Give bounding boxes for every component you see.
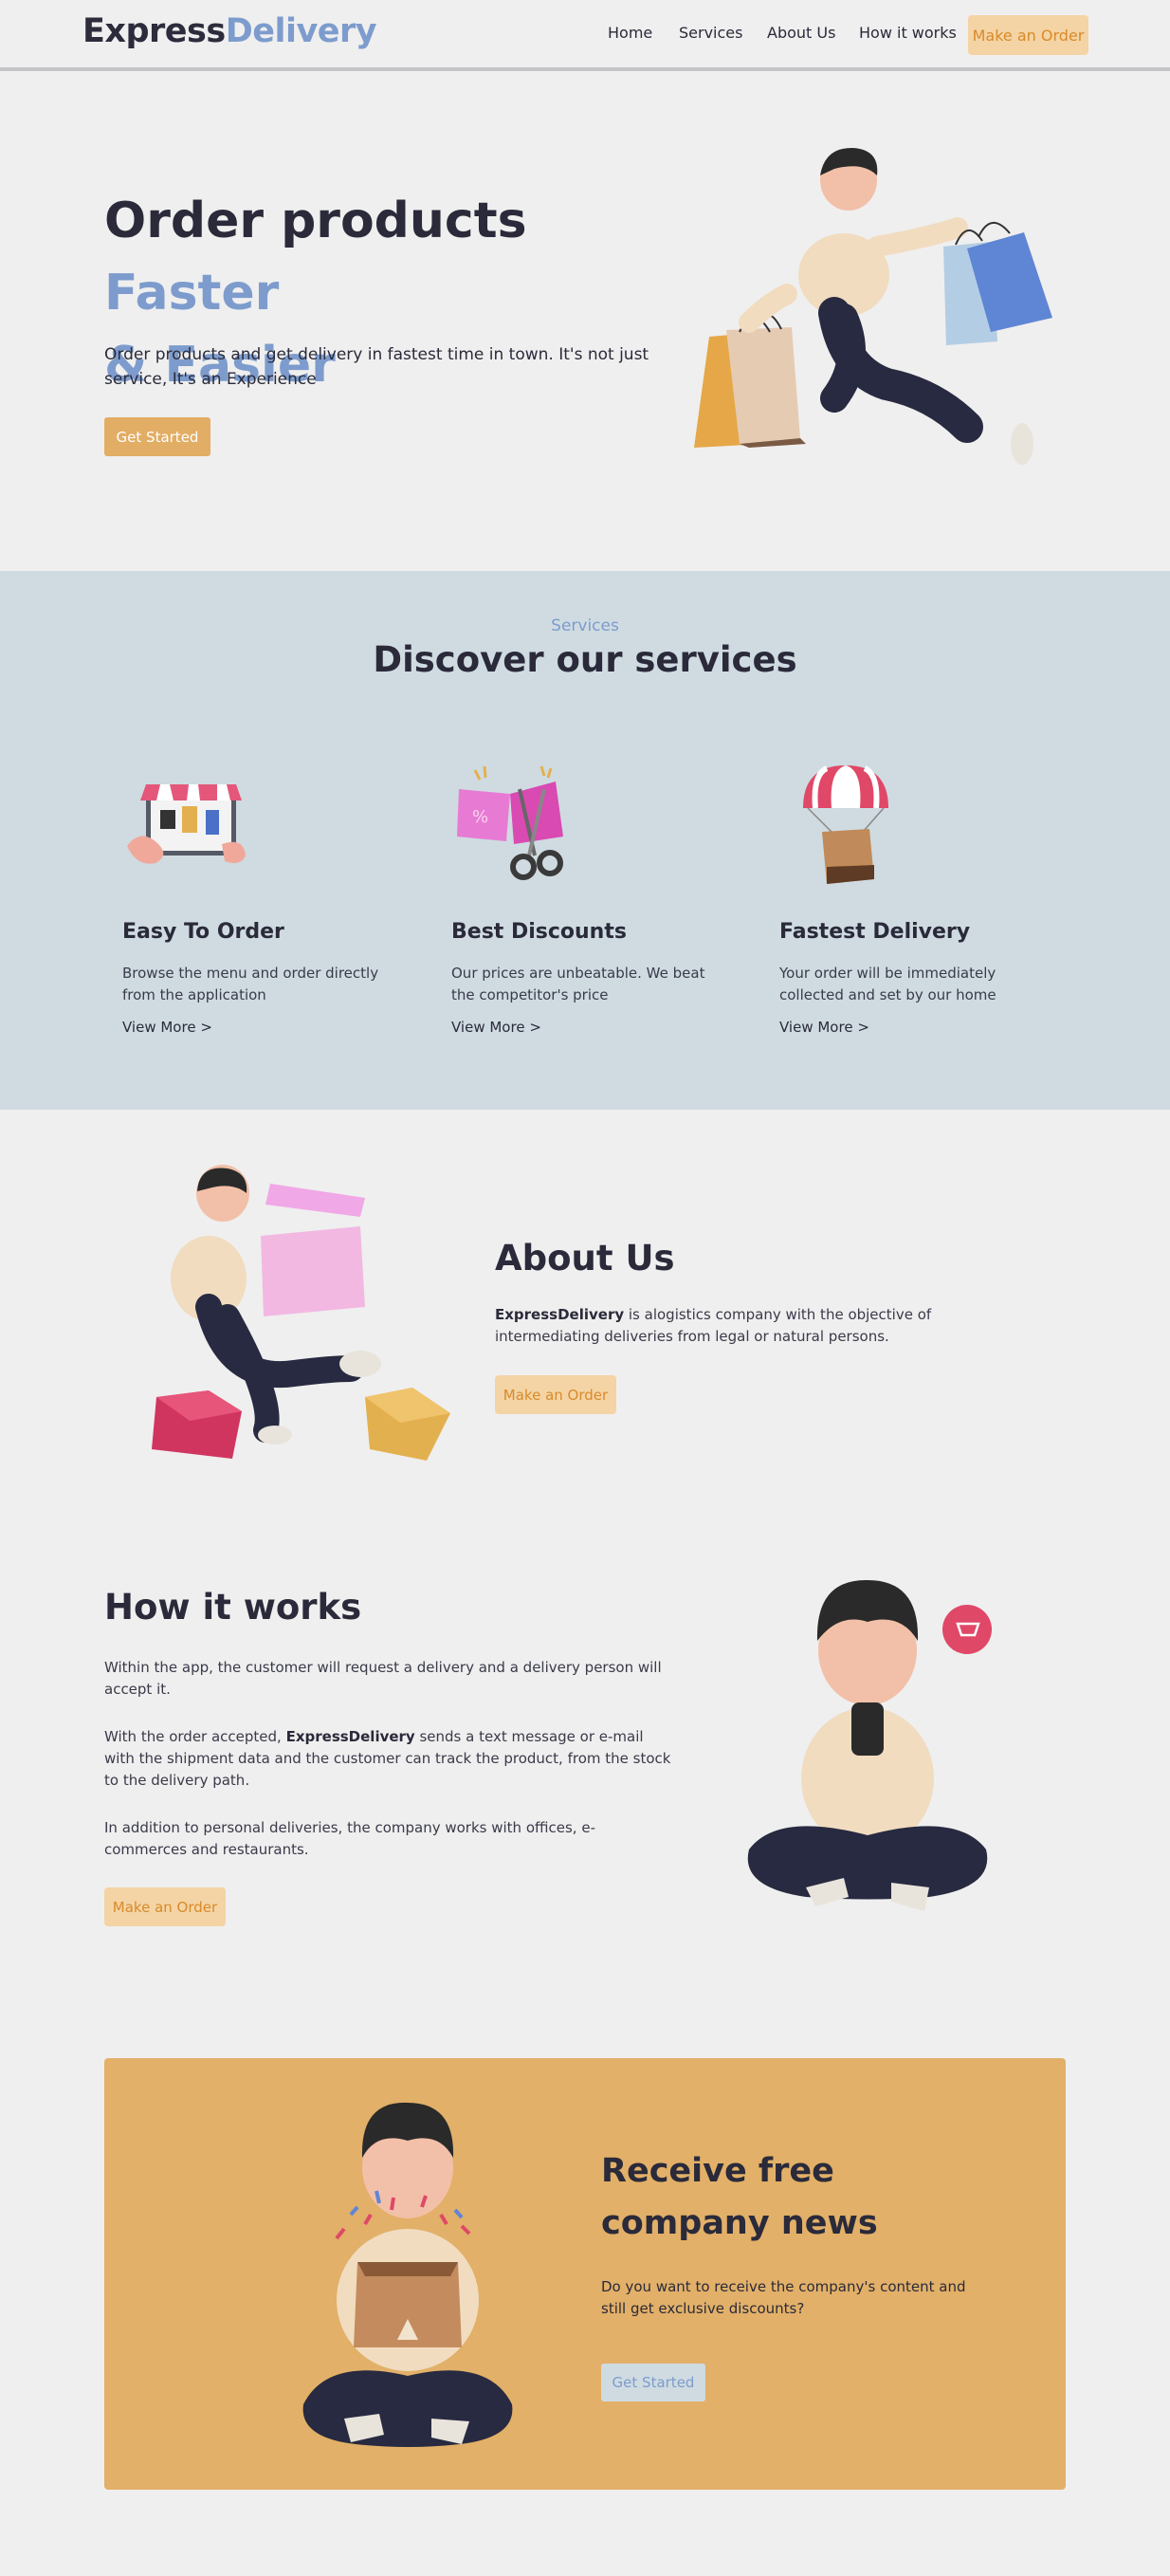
phone-user-illustration [747,1579,992,1911]
svg-text:%: % [472,807,488,827]
service-view-more-link[interactable]: View More > [451,1019,541,1036]
newsletter-text: Do you want to receive the company's con… [601,2278,966,2317]
hero-get-started-button[interactable]: Get Started [104,417,210,456]
service-card-easy-order: Easy To Order Browse the menu and order … [122,761,407,1036]
nav-about-us[interactable]: About Us [767,24,835,42]
about-illustration [152,1165,450,1461]
how-paragraph-2: With the order accepted, ExpressDelivery… [104,1728,671,1789]
service-card-fastest-delivery: Fastest Delivery Your order will be imme… [779,761,1064,1036]
services-section: Services Discover our services Easy To O… [0,571,1170,1110]
how-make-order-button[interactable]: Make an Order [104,1887,226,1926]
newsletter-title: Receive free company news [601,2152,878,2242]
hero-subtitle: Order products and get delivery in faste… [104,345,649,389]
service-text: Browse the menu and order directly from … [122,965,379,1003]
service-card-best-discounts: % Best Discounts Our prices are unbeatab… [451,761,736,1036]
service-text: Our prices are unbeatable. We beat the c… [451,965,705,1003]
services-title: Discover our services [373,639,797,680]
service-view-more-link[interactable]: View More > [122,1019,212,1036]
header-make-order-button[interactable]: Make an Order [968,15,1088,55]
nav-how-it-works[interactable]: How it works [859,24,957,42]
nav-services[interactable]: Services [679,24,742,42]
newsletter-get-started-button[interactable]: Get Started [601,2364,705,2401]
about-make-order-button[interactable]: Make an Order [495,1375,616,1414]
parachute-box-icon [803,765,888,884]
service-title: Fastest Delivery [779,920,971,944]
how-title: How it works [104,1587,362,1628]
discount-coupon-icon: % [457,765,563,880]
newsletter-section: Receive free company news Do you want to… [104,2058,1066,2490]
how-paragraph-1: Within the app, the customer will reques… [104,1659,662,1698]
shopper-illustration [694,147,1052,465]
about-text: ExpressDelivery is alogistics company wi… [495,1306,932,1345]
service-title: Easy To Order [122,920,284,944]
logo-part1: Express [82,12,226,50]
site-header: ExpressDelivery Home Services About Us H… [0,0,1170,71]
about-title: About Us [495,1238,675,1279]
nav-home[interactable]: Home [608,24,652,42]
shop-tablet-icon [127,784,246,864]
service-view-more-link[interactable]: View More > [779,1019,869,1036]
services-kicker: Services [551,616,619,635]
service-text: Your order will be immediately collected… [779,965,996,1003]
logo-part2: Delivery [225,12,377,50]
how-paragraph-3: In addition to personal deliveries, the … [104,1819,595,1858]
logo[interactable]: ExpressDelivery [82,12,377,50]
service-title: Best Discounts [451,920,627,944]
gift-box-user-illustration [302,2102,513,2447]
